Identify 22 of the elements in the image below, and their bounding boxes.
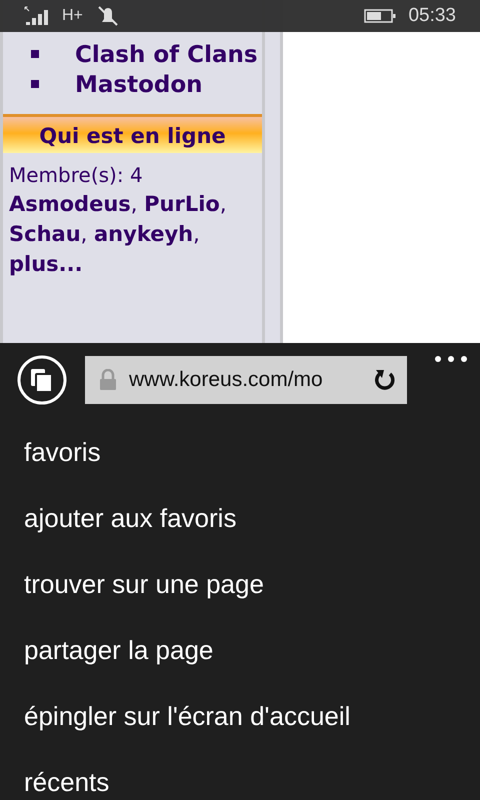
members-count: Membre(s): 4 bbox=[9, 162, 144, 189]
menu-item[interactable]: épingler sur l'écran d'accueil bbox=[24, 683, 480, 749]
bullet-icon bbox=[31, 80, 39, 88]
sidebar-link[interactable]: Mastodon bbox=[75, 72, 203, 98]
menu-item[interactable]: trouver sur une page bbox=[24, 551, 480, 617]
tabs-icon[interactable] bbox=[17, 355, 67, 405]
bullet-icon bbox=[31, 50, 39, 58]
network-type: H+ bbox=[62, 7, 83, 25]
more-icon[interactable] bbox=[434, 355, 468, 363]
section-header: Qui est en ligne bbox=[3, 114, 262, 153]
clock-time: 05:33 bbox=[408, 5, 456, 27]
menu-item[interactable]: partager la page bbox=[24, 617, 480, 683]
member-list: Asmodeus, PurLio, Schau, anykeyh, plus... bbox=[9, 189, 256, 279]
menu-item[interactable]: favoris bbox=[24, 419, 480, 485]
address-field[interactable]: www.koreus.com/mo bbox=[85, 356, 407, 404]
bell-muted-icon bbox=[96, 5, 119, 27]
battery-icon bbox=[364, 9, 396, 23]
sidebar-link[interactable]: Clash of Clans bbox=[75, 42, 258, 68]
menu-item[interactable]: récents bbox=[24, 749, 480, 800]
refresh-icon[interactable] bbox=[373, 368, 397, 392]
lock-icon bbox=[99, 369, 117, 391]
menu-item[interactable]: ajouter aux favoris bbox=[24, 485, 480, 551]
